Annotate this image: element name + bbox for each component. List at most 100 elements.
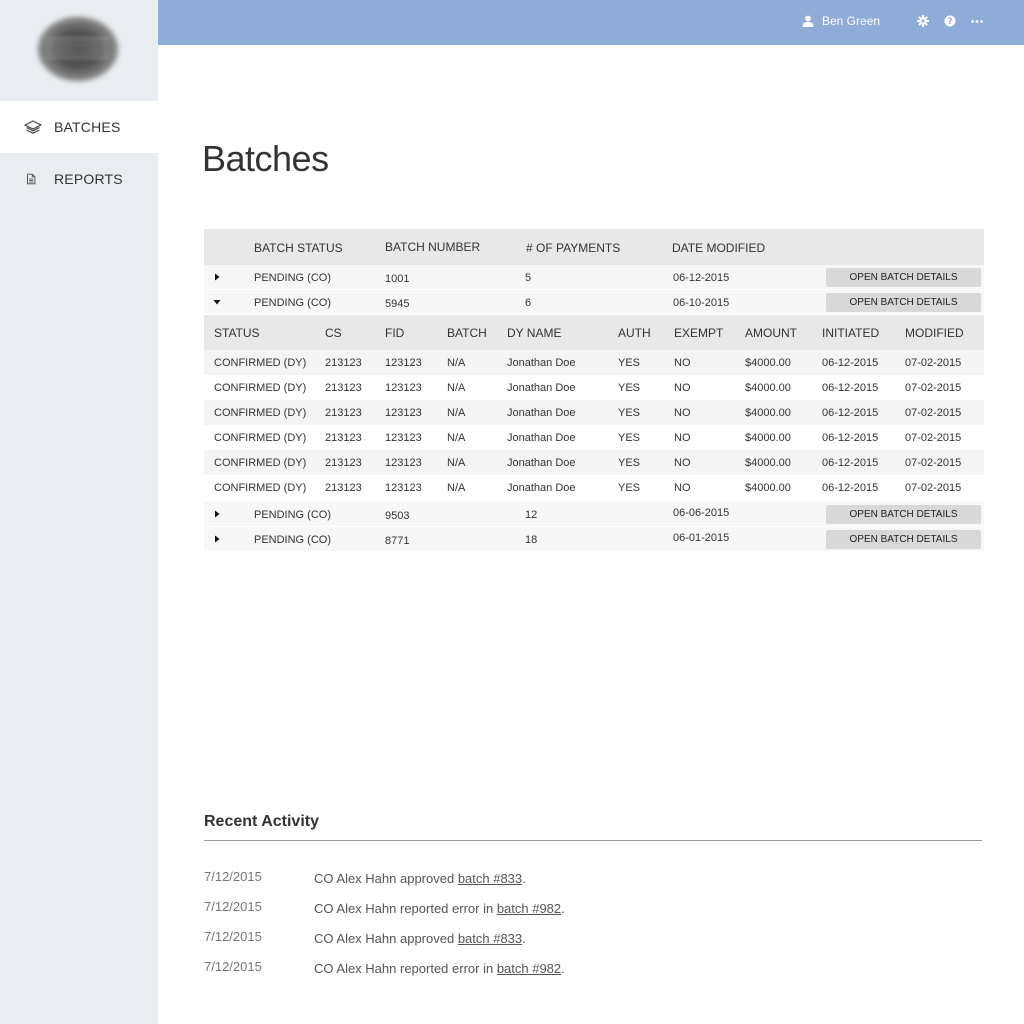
batch-link[interactable]: batch #982 (497, 961, 561, 976)
batch-row: PENDING (CO) 8771 18 06-01-2015 OPEN BAT… (204, 527, 984, 552)
payment-exempt: NO (674, 382, 691, 394)
payment-batch: N/A (447, 382, 466, 394)
batches-table: BATCH STATUS BATCH NUMBER # OF PAYMENTS … (204, 229, 984, 552)
batch-date: 06-12-2015 (673, 272, 730, 284)
column-header-auth[interactable]: AUTH (618, 326, 651, 340)
payment-initiated: 06-12-2015 (822, 407, 879, 419)
payment-amount: $4000.00 (745, 407, 791, 419)
user-menu[interactable]: Ben Green (802, 14, 880, 28)
column-header-cs[interactable]: CS (325, 326, 342, 340)
payment-exempt: NO (674, 482, 691, 494)
column-header-payments[interactable]: # OF PAYMENTS (526, 241, 620, 255)
batch-link[interactable]: batch #833 (458, 931, 522, 946)
sidebar-item-batches[interactable]: BATCHES (0, 101, 158, 153)
page-title: Batches (202, 138, 329, 179)
batch-row: PENDING (CO) 9503 12 06-06-2015 OPEN BAT… (204, 502, 984, 527)
table-row[interactable]: CONFIRMED (DY) 213123 123123 N/A Jonatha… (204, 375, 984, 400)
activity-text-suffix: . (522, 871, 526, 886)
column-header-date-modified[interactable]: DATE MODIFIED (672, 241, 765, 255)
activity-date: 7/12/2015 (204, 899, 262, 914)
batch-link[interactable]: batch #982 (497, 901, 561, 916)
column-header-batch[interactable]: BATCH (447, 326, 487, 340)
batch-date: 06-01-2015 (673, 532, 730, 544)
user-icon (802, 15, 814, 27)
batch-status: PENDING (CO) (254, 509, 331, 521)
caret-right-icon[interactable] (212, 272, 222, 282)
payments-rows: CONFIRMED (DY) 213123 123123 N/A Jonatha… (204, 350, 984, 500)
payment-cs: 213123 (325, 482, 362, 494)
column-header-fid[interactable]: FID (385, 326, 404, 340)
sidebar-item-reports[interactable]: REPORTS (0, 153, 158, 205)
activity-text-suffix: . (522, 931, 526, 946)
open-batch-details-button[interactable]: OPEN BATCH DETAILS (826, 505, 981, 524)
table-row[interactable]: CONFIRMED (DY) 213123 123123 N/A Jonatha… (204, 450, 984, 475)
payment-amount: $4000.00 (745, 432, 791, 444)
payment-modified: 07-02-2015 (905, 382, 962, 394)
payment-fid: 123123 (385, 357, 422, 369)
batches-table-header: BATCH STATUS BATCH NUMBER # OF PAYMENTS … (204, 229, 984, 265)
document-icon (27, 173, 36, 185)
payment-auth: YES (618, 382, 641, 394)
open-batch-details-button[interactable]: OPEN BATCH DETAILS (826, 530, 981, 549)
column-header-status[interactable]: STATUS (214, 326, 260, 340)
logo-area (0, 0, 158, 101)
activity-text-prefix: CO Alex Hahn approved (314, 871, 458, 886)
payment-dy-name: Jonathan Doe (507, 457, 576, 469)
batch-link[interactable]: batch #833 (458, 871, 522, 886)
open-batch-details-button[interactable]: OPEN BATCH DETAILS (826, 293, 981, 312)
activity-text: CO Alex Hahn reported error in batch #98… (314, 901, 565, 916)
batch-payments: 6 (525, 297, 532, 309)
payment-modified: 07-02-2015 (905, 357, 962, 369)
payment-fid: 123123 (385, 482, 422, 494)
table-row[interactable]: CONFIRMED (DY) 213123 123123 N/A Jonatha… (204, 350, 984, 375)
payment-auth: YES (618, 482, 641, 494)
activity-text: CO Alex Hahn approved batch #833. (314, 871, 526, 886)
recent-activity-title: Recent Activity (204, 813, 319, 830)
gear-icon[interactable] (916, 14, 930, 28)
payment-batch: N/A (447, 457, 466, 469)
column-header-exempt[interactable]: EXEMPT (674, 326, 723, 340)
caret-right-icon[interactable] (212, 534, 222, 544)
payment-auth: YES (618, 457, 641, 469)
payment-exempt: NO (674, 432, 691, 444)
column-header-initiated[interactable]: INITIATED (822, 326, 879, 340)
payment-fid: 123123 (385, 382, 422, 394)
batch-number: 5945 (385, 298, 410, 310)
caret-right-icon[interactable] (212, 509, 222, 519)
more-icon[interactable] (970, 14, 984, 28)
payment-amount: $4000.00 (745, 382, 791, 394)
table-row[interactable]: CONFIRMED (DY) 213123 123123 N/A Jonatha… (204, 475, 984, 500)
payment-exempt: NO (674, 457, 691, 469)
sidebar-item-label: REPORTS (54, 171, 123, 187)
activity-date: 7/12/2015 (204, 869, 262, 884)
payment-dy-name: Jonathan Doe (507, 357, 576, 369)
open-batch-details-button[interactable]: OPEN BATCH DETAILS (826, 268, 981, 287)
layers-icon (24, 120, 42, 134)
payment-cs: 213123 (325, 382, 362, 394)
activity-item: 7/12/2015 CO Alex Hahn reported error in… (204, 959, 984, 979)
help-icon[interactable]: ? (943, 14, 957, 28)
payment-cs: 213123 (325, 357, 362, 369)
sidebar: BATCHES REPORTS (0, 0, 158, 1024)
activity-item: 7/12/2015 CO Alex Hahn approved batch #8… (204, 869, 984, 889)
batch-number: 9503 (385, 510, 410, 522)
activity-text-prefix: CO Alex Hahn reported error in (314, 901, 497, 916)
activity-text: CO Alex Hahn reported error in batch #98… (314, 961, 565, 976)
logo (37, 16, 119, 82)
column-header-batch-number[interactable]: BATCH NUMBER (385, 240, 480, 254)
payment-dy-name: Jonathan Doe (507, 432, 576, 444)
payment-batch: N/A (447, 482, 466, 494)
table-row[interactable]: CONFIRMED (DY) 213123 123123 N/A Jonatha… (204, 425, 984, 450)
batch-number: 1001 (385, 273, 410, 285)
column-header-amount[interactable]: AMOUNT (745, 326, 797, 340)
batch-date: 06-06-2015 (673, 507, 730, 519)
batch-number: 8771 (385, 535, 410, 547)
activity-text-prefix: CO Alex Hahn approved (314, 931, 458, 946)
column-header-dy-name[interactable]: DY NAME (507, 326, 561, 340)
column-header-modified[interactable]: MODIFIED (905, 326, 964, 340)
column-header-batch-status[interactable]: BATCH STATUS (254, 241, 343, 255)
caret-down-icon[interactable] (212, 297, 222, 307)
payment-initiated: 06-12-2015 (822, 357, 879, 369)
table-row[interactable]: CONFIRMED (DY) 213123 123123 N/A Jonatha… (204, 400, 984, 425)
batch-date: 06-10-2015 (673, 297, 730, 309)
